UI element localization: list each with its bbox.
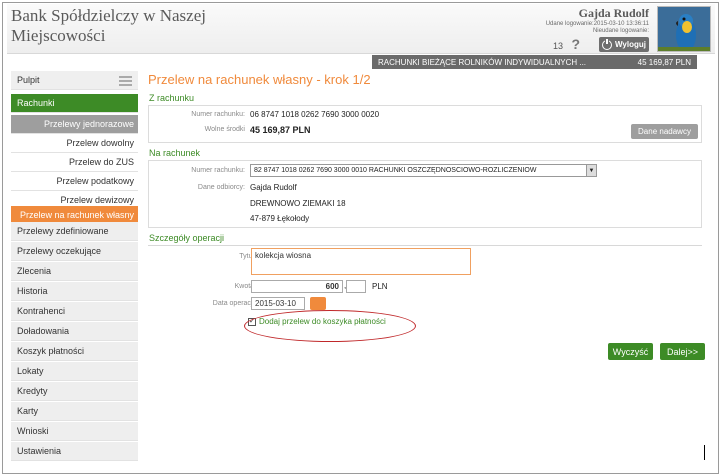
header: Bank Spółdzielczy w Naszej Miejscowości …	[7, 4, 715, 54]
clear-button[interactable]: Wyczyść	[608, 343, 653, 360]
account-name: RACHUNKI BIEŻĄCE ROLNIKÓW INDYWIDUALNYCH…	[378, 57, 587, 67]
sidebar-item-label: Wnioski	[17, 426, 49, 436]
parrot-picture	[658, 7, 710, 51]
recipient-name: Gajda Rudolf	[250, 183, 297, 192]
sidebar-item-label: Koszyk płatności	[17, 346, 85, 356]
recipient-label: Dane odbiorcy:	[197, 184, 245, 191]
from-account-label: Numer rachunku:	[191, 111, 245, 118]
highlight-ellipse	[244, 310, 416, 342]
sidebar: Pulpit Rachunki Przelewy jednorazowe Prz…	[11, 71, 138, 463]
sidebar-item-przelewy-zdefiniowane[interactable]: Przelewy zdefiniowane	[11, 222, 138, 241]
sidebar-item-kredyty[interactable]: Kredyty	[11, 382, 138, 401]
menu-icon[interactable]	[119, 76, 132, 86]
last-login-success: Udane logowanie:2015-03-10 13:36:11	[545, 21, 649, 27]
from-account-value: 06 8747 1018 0262 7690 3000 0020	[250, 110, 380, 119]
sidebar-item-label: Zlecenia	[17, 266, 52, 276]
message-count[interactable]: 13	[553, 41, 563, 51]
bank-name: Bank Spółdzielczy w Naszej Miejscowości	[11, 6, 206, 45]
recipient-city: 47-879 Łękołody	[250, 214, 310, 223]
recipient-address: DREWNOWO ZIEMAKI 18	[250, 199, 346, 208]
sidebar-item-kontrahenci[interactable]: Kontrahenci	[11, 302, 138, 321]
sidebar-item-rachunki[interactable]: Rachunki	[11, 94, 138, 113]
account-balance: 45 169,87 PLN	[637, 57, 691, 67]
section-details-title: Szczegóły operacji	[149, 233, 225, 243]
sidebar-item-label: Przelewy oczekujące	[17, 246, 102, 256]
sidebar-item-koszyk[interactable]: Koszyk płatności	[11, 342, 138, 361]
free-funds-value: 45 169,87 PLN	[250, 125, 311, 135]
sidebar-item-label: Lokaty	[17, 366, 44, 376]
sidebar-item-label: Karty	[17, 406, 39, 416]
sidebar-item-przelew-dowolny[interactable]: Przelew dowolny	[11, 134, 138, 153]
sidebar-item-przelew-zus[interactable]: Przelew do ZUS	[11, 153, 138, 172]
currency-label: PLN	[372, 282, 388, 291]
sidebar-item-label: Przelewy jednorazowe	[43, 119, 134, 129]
section-from: Numer rachunku: 06 8747 1018 0262 7690 3…	[148, 105, 702, 143]
date-input[interactable]: 2015-03-10	[251, 297, 305, 310]
sidebar-item-przelewy-oczekujace[interactable]: Przelewy oczekujące	[11, 242, 138, 261]
amount-label: Kwota:	[234, 283, 256, 290]
sidebar-item-label: Historia	[17, 286, 48, 296]
sidebar-item-ustawienia[interactable]: Ustawienia	[11, 442, 138, 461]
power-icon	[602, 37, 612, 50]
title-textarea[interactable]: kolekcja wiosna	[251, 248, 471, 275]
sidebar-item-label: Rachunki	[17, 98, 55, 108]
calendar-icon[interactable]	[310, 297, 326, 310]
sidebar-item-wnioski[interactable]: Wnioski	[11, 422, 138, 441]
divider	[148, 245, 702, 246]
section-to: Numer rachunku: 82 8747 1018 0262 7690 3…	[148, 160, 702, 228]
section-from-title: Z rachunku	[149, 93, 195, 103]
logout-label: Wyloguj	[615, 40, 646, 49]
current-account-bar[interactable]: RACHUNKI BIEŻĄCE ROLNIKÓW INDYWIDUALNYCH…	[372, 55, 697, 69]
logout-button[interactable]: Wyloguj	[599, 37, 649, 52]
user-name: Gajda Rudolf	[578, 6, 649, 20]
next-button[interactable]: Dalej>>	[660, 343, 705, 360]
to-account-label: Numer rachunku:	[191, 167, 245, 174]
sidebar-item-karty[interactable]: Karty	[11, 402, 138, 421]
sidebar-item-przelew-podatkowy[interactable]: Przelew podatkowy	[11, 172, 138, 191]
sidebar-item-label: Kontrahenci	[17, 306, 66, 316]
sidebar-item-lokaty[interactable]: Lokaty	[11, 362, 138, 381]
sidebar-item-label: Przelew dewizowy	[60, 195, 134, 205]
sidebar-item-label: Doładowania	[17, 326, 70, 336]
to-account-value: 82 8747 1018 0262 7690 3000 0010 RACHUNK…	[254, 167, 537, 174]
title-label: Tytuł:	[239, 253, 256, 260]
sidebar-item-zlecenia[interactable]: Zlecenia	[11, 262, 138, 281]
text-cursor	[704, 445, 705, 460]
date-label: Data operacji:	[212, 300, 256, 307]
sidebar-item-label: Przelew dowolny	[66, 138, 134, 148]
sidebar-item-przelewy-jednorazowe[interactable]: Przelewy jednorazowe	[11, 115, 138, 134]
help-icon[interactable]: ?	[571, 36, 580, 52]
section-to-title: Na rachunek	[149, 148, 201, 158]
amount-cents-input[interactable]	[346, 280, 366, 293]
sidebar-item-historia[interactable]: Historia	[11, 282, 138, 301]
sidebar-item-pulpit[interactable]: Pulpit	[11, 71, 138, 90]
sidebar-item-label: Kredyty	[17, 386, 48, 396]
avatar	[657, 6, 711, 52]
sidebar-item-doladowania[interactable]: Doładowania	[11, 322, 138, 341]
sidebar-item-label: Przelew podatkowy	[56, 176, 134, 186]
last-login-fail: Nieudane logowanie:	[592, 28, 649, 34]
to-account-select[interactable]: 82 8747 1018 0262 7690 3000 0010 RACHUNK…	[250, 164, 597, 177]
sidebar-item-label: Przelewy zdefiniowane	[17, 226, 109, 236]
user-info: Gajda Rudolf Udane logowanie:2015-03-10 …	[546, 6, 649, 35]
chevron-down-icon[interactable]: ▼	[586, 165, 596, 176]
sidebar-item-label: Ustawienia	[17, 446, 62, 456]
sender-data-button[interactable]: Dane nadawcy	[631, 124, 698, 139]
sidebar-item-label: Pulpit	[17, 75, 40, 85]
free-funds-label: Wolne środki	[204, 126, 245, 133]
sidebar-item-label: Przelew na rachunek własny	[19, 210, 134, 220]
page-title: Przelew na rachunek własny - krok 1/2	[148, 72, 371, 87]
amount-input[interactable]: 600	[251, 280, 343, 293]
sidebar-item-label: Przelew do ZUS	[68, 157, 134, 167]
